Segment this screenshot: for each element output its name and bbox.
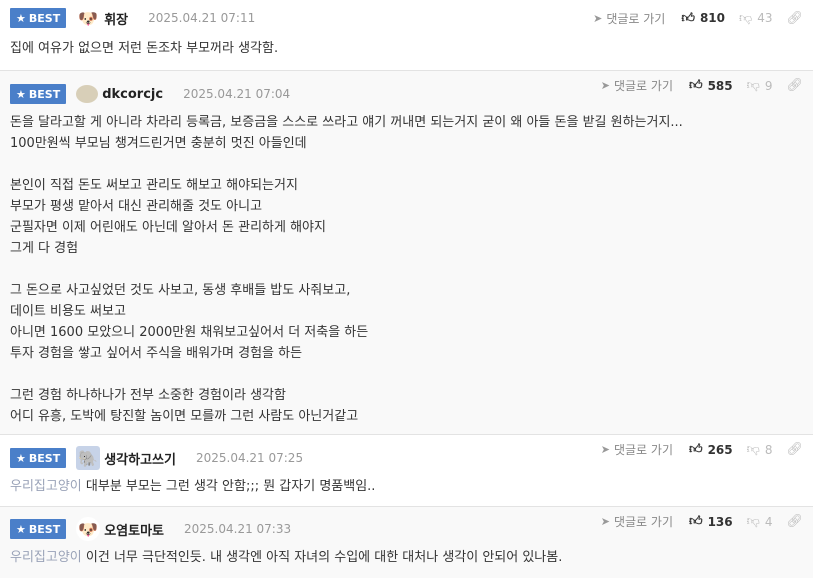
comment-header: ★ BEST 🐘 생각하고쓰기 2025.04.21 07:25 ➤ 댓글로 가기 …	[10, 442, 813, 470]
comment-item: ★ BEST 🐘 생각하고쓰기 2025.04.21 07:25 ➤ 댓글로 가기 …	[0, 435, 813, 506]
downvote-button[interactable]: 👎︎ 9	[747, 78, 773, 93]
nickname[interactable]: 오염토마토	[104, 520, 164, 539]
best-badge: ★ BEST	[10, 8, 67, 28]
link-icon[interactable]: 🔗︎	[786, 514, 803, 529]
go-to-reply-link[interactable]: ➤ 댓글로 가기	[601, 441, 673, 458]
downvote-button[interactable]: 👎︎ 4	[747, 514, 773, 529]
upvote-button[interactable]: 👍︎ 810	[681, 11, 725, 26]
best-badge: ★ BEST	[10, 519, 67, 539]
star-icon: ★	[16, 87, 26, 101]
avatar[interactable]: 🐶	[76, 517, 101, 541]
upvote-button[interactable]: 👍︎ 585	[689, 78, 733, 93]
comment-date: 2025.04.21 07:11	[148, 11, 256, 25]
thumbs-down-icon: 👎︎	[746, 442, 760, 457]
comment-text: 우리집고양이 대부분 부모는 그런 생각 안함;;; 뭔 갑자기 명품백임..	[10, 479, 376, 494]
comment-item: ★ BEST 🐶 오염토마토 2025.04.21 07:33 ➤ 댓글로 가기 👍…	[0, 507, 813, 578]
go-to-reply-link[interactable]: ➤ 댓글로 가기	[593, 10, 665, 27]
comment-actions: ➤ 댓글로 가기 👍︎ 136 👎︎ 4 🔗︎	[601, 513, 803, 530]
nickname[interactable]: dkcorcjc	[102, 87, 163, 102]
comment-actions: ➤ 댓글로 가기 👍︎ 585 👎︎ 9 🔗︎	[601, 77, 803, 94]
thumbs-up-icon: 👍︎	[688, 78, 703, 93]
thumbs-down-icon: 👎︎	[739, 10, 753, 26]
send-icon: ➤	[593, 11, 603, 25]
best-badge: ★ BEST	[10, 84, 67, 104]
thumbs-up-icon: 👍︎	[681, 10, 695, 26]
go-to-reply-link[interactable]: ➤ 댓글로 가기	[601, 77, 673, 94]
send-icon: ➤	[600, 79, 610, 92]
comment-text: 우리집고양이 이건 너무 극단적인듯. 내 생각엔 아직 자녀의 수입에 대한 …	[10, 550, 563, 565]
thumbs-up-icon: 👍︎	[688, 442, 703, 457]
star-icon: ★	[16, 522, 26, 536]
comment-actions: ➤ 댓글로 가기 👍︎ 810 👎︎ 43 🔗︎	[593, 10, 803, 27]
comment-text: 돈을 달라고할 게 아니라 차라리 등록금, 보증금을 스스로 쓰라고 얘기 꺼…	[10, 115, 683, 424]
comment-item: ★ BEST 🐶 휘장 2025.04.21 07:11 ➤ 댓글로 가기 👍︎ 81…	[0, 0, 813, 70]
star-icon: ★	[16, 451, 26, 465]
send-icon: ➤	[600, 443, 610, 456]
link-icon[interactable]: 🔗︎	[786, 11, 803, 26]
thumbs-up-icon: 👍︎	[688, 514, 703, 529]
comment-header: ★ BEST 🐶 휘장 2025.04.21 07:11 ➤ 댓글로 가기 👍︎ 81…	[10, 6, 813, 30]
comment-item: ★ BEST dkcorcjc 2025.04.21 07:04 ➤ 댓글로 가기 …	[0, 71, 813, 434]
upvote-button[interactable]: 👍︎ 136	[689, 514, 733, 529]
comment-date: 2025.04.21 07:25	[195, 451, 304, 465]
quoted-user-link[interactable]: 우리집고양이	[10, 550, 82, 565]
star-icon: ★	[16, 11, 26, 25]
quoted-user-link[interactable]: 우리집고양이	[10, 479, 82, 494]
comment-date: 2025.04.21 07:33	[184, 522, 292, 536]
link-icon[interactable]: 🔗︎	[786, 78, 803, 93]
avatar[interactable]	[76, 85, 99, 103]
comment-text: 집에 여유가 없으면 저런 돈조차 부모꺼라 생각함.	[10, 41, 279, 56]
thumbs-down-icon: 👎︎	[746, 514, 760, 529]
link-icon[interactable]: 🔗︎	[786, 442, 803, 457]
thumbs-down-icon: 👎︎	[746, 78, 760, 93]
upvote-button[interactable]: 👍︎ 265	[689, 442, 733, 457]
avatar[interactable]: 🐘	[76, 446, 101, 470]
downvote-button[interactable]: 👎︎ 43	[739, 11, 772, 26]
comment-header: ★ BEST dkcorcjc 2025.04.21 07:04 ➤ 댓글로 가기 …	[10, 78, 813, 106]
comment-header: ★ BEST 🐶 오염토마토 2025.04.21 07:33 ➤ 댓글로 가기 👍…	[10, 514, 813, 541]
best-badge: ★ BEST	[10, 448, 67, 468]
send-icon: ➤	[600, 515, 610, 528]
comment-actions: ➤ 댓글로 가기 👍︎ 265 👎︎ 8 🔗︎	[601, 441, 803, 458]
nickname[interactable]: 휘장	[104, 9, 128, 28]
avatar[interactable]: 🐶	[76, 6, 101, 30]
downvote-button[interactable]: 👎︎ 8	[747, 442, 773, 457]
comment-date: 2025.04.21 07:04	[183, 87, 291, 101]
go-to-reply-link[interactable]: ➤ 댓글로 가기	[601, 513, 673, 530]
nickname[interactable]: 생각하고쓰기	[104, 449, 176, 468]
